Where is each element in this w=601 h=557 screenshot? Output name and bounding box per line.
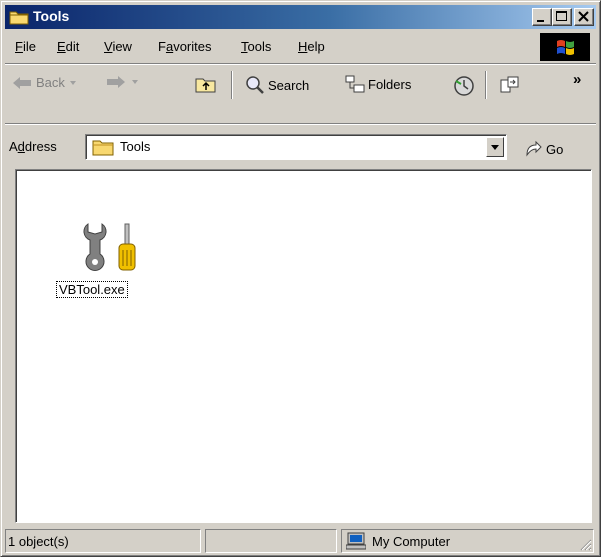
minimize-button[interactable] bbox=[532, 8, 552, 26]
search-icon bbox=[246, 76, 264, 94]
toolbar-separator-2 bbox=[485, 71, 487, 99]
menu-favorites-label: F bbox=[158, 39, 166, 54]
forward-dropdown-icon bbox=[132, 80, 138, 84]
menu-tools-label-rest: ools bbox=[247, 39, 272, 54]
menu-edit[interactable]: Edit bbox=[57, 39, 79, 54]
toolbar-separator bbox=[231, 71, 233, 99]
menu-tools[interactable]: Tools bbox=[241, 39, 271, 54]
folder-icon bbox=[9, 11, 29, 25]
close-button[interactable] bbox=[574, 8, 594, 26]
toolbar-separator-line bbox=[5, 123, 596, 125]
address-label: Address bbox=[9, 139, 57, 154]
address-bar: Address Tools Go bbox=[5, 127, 596, 167]
search-label: Search bbox=[268, 77, 310, 93]
windows-flag-icon bbox=[557, 40, 574, 55]
status-object-count: 1 object(s) bbox=[8, 534, 69, 549]
status-panel-objects: 1 object(s) bbox=[5, 529, 201, 553]
menu-edit-label-rest: dit bbox=[65, 39, 80, 54]
explorer-window: Tools File Edit View Favorites Tools Hel… bbox=[0, 0, 601, 557]
up-folder-button[interactable] bbox=[195, 75, 217, 93]
menu-edit-key: E bbox=[57, 39, 66, 54]
maximize-icon bbox=[556, 11, 567, 21]
title-bar[interactable]: Tools bbox=[5, 5, 596, 29]
folders-button[interactable]: Folders bbox=[345, 75, 411, 93]
forward-arrow-icon bbox=[107, 76, 125, 88]
status-panel-zone: My Computer bbox=[341, 529, 594, 553]
resize-grip-icon[interactable] bbox=[578, 537, 592, 551]
move-to-icon bbox=[500, 76, 519, 93]
go-label: Go bbox=[546, 141, 564, 157]
menu-favorites[interactable]: Favorites bbox=[158, 39, 211, 54]
menu-help-label-rest: elp bbox=[307, 39, 325, 54]
windows-logo bbox=[540, 33, 590, 61]
folders-tree-icon bbox=[345, 75, 365, 93]
close-icon bbox=[578, 11, 589, 22]
maximize-button[interactable] bbox=[552, 8, 572, 26]
status-zone-label: My Computer bbox=[372, 534, 451, 549]
folder-icon bbox=[92, 140, 114, 156]
menu-file-label-rest: ile bbox=[22, 39, 36, 54]
address-dropdown-button[interactable] bbox=[486, 137, 504, 157]
file-label[interactable]: VBTool.exe bbox=[56, 281, 128, 298]
search-button[interactable]: Search bbox=[245, 75, 309, 95]
history-button[interactable] bbox=[453, 75, 475, 97]
menu-help[interactable]: Help bbox=[298, 39, 325, 54]
address-label-key: d bbox=[17, 139, 25, 154]
folders-label: Folders bbox=[368, 76, 412, 92]
address-label-a: A bbox=[9, 139, 18, 154]
back-dropdown-icon bbox=[69, 80, 76, 85]
menu-file[interactable]: File bbox=[15, 39, 36, 54]
address-label-rest: dress bbox=[24, 139, 57, 154]
menu-view[interactable]: View bbox=[104, 39, 132, 54]
menu-favorites-label-rest: vorites bbox=[173, 39, 212, 54]
folder-content-view[interactable]: VBTool.exe bbox=[15, 169, 592, 523]
menu-bar: File Edit View Favorites Tools Help bbox=[5, 33, 596, 61]
move-to-button[interactable] bbox=[499, 75, 521, 95]
menu-help-key: H bbox=[298, 39, 308, 54]
back-button[interactable]: Back bbox=[11, 75, 78, 90]
my-computer-icon bbox=[346, 532, 366, 550]
back-arrow-icon bbox=[13, 76, 31, 89]
tools-icon[interactable] bbox=[80, 220, 140, 274]
go-arrow-icon bbox=[526, 140, 542, 157]
chevron-down-icon bbox=[491, 145, 499, 150]
back-label: Back bbox=[36, 75, 65, 90]
status-panel-middle bbox=[205, 529, 337, 553]
up-folder-icon bbox=[195, 78, 216, 93]
toolbar-overflow-chevron[interactable]: » bbox=[573, 71, 581, 88]
status-bar: 1 object(s) My Computer bbox=[5, 527, 596, 554]
window-title: Tools bbox=[33, 8, 70, 24]
history-icon bbox=[454, 76, 474, 96]
menu-file-key: F bbox=[15, 39, 23, 54]
minimize-icon bbox=[537, 20, 544, 22]
menu-view-label-rest: iew bbox=[112, 39, 132, 54]
go-button[interactable]: Go bbox=[523, 139, 563, 159]
address-field[interactable]: Tools bbox=[85, 134, 507, 160]
address-value: Tools bbox=[120, 139, 151, 154]
forward-button[interactable] bbox=[105, 75, 140, 89]
standard-toolbar: Back Search Folders » bbox=[5, 65, 596, 105]
